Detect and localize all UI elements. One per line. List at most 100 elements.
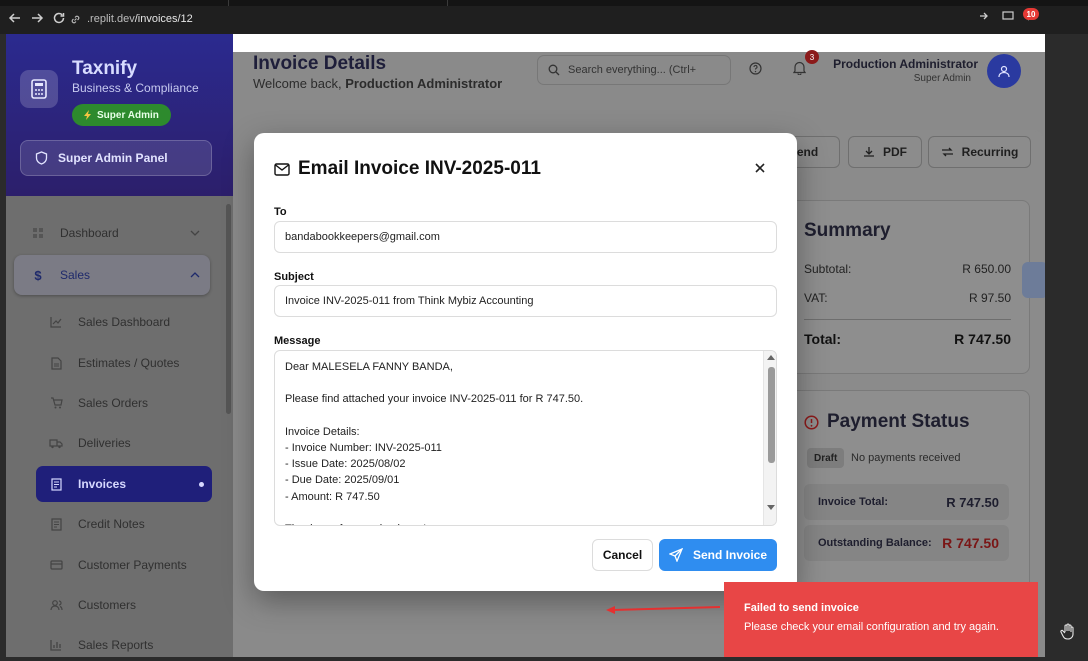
scroll-thumb[interactable] xyxy=(768,367,775,463)
url-host: .replit.dev xyxy=(87,13,135,25)
payment-status-title: Payment Status xyxy=(804,411,970,433)
reload-icon[interactable] xyxy=(52,11,66,25)
user-icon xyxy=(998,65,1010,77)
receipt-icon xyxy=(48,476,64,492)
sidebar-item-invoices[interactable]: Invoices xyxy=(36,466,212,502)
send-icon xyxy=(668,548,683,562)
outstanding-label: Outstanding Balance: xyxy=(818,537,932,549)
grid-icon xyxy=(30,225,46,241)
calculator-icon xyxy=(20,70,58,108)
subject-field[interactable]: Invoice INV-2025-011 from Think Mybiz Ac… xyxy=(274,285,777,317)
annotation-arrow xyxy=(606,606,721,614)
modal-title: Email Invoice INV-2025-011 xyxy=(274,158,541,180)
sidebar-scrollbar[interactable] xyxy=(226,204,231,414)
payment-status-label: Payment Status xyxy=(827,411,970,432)
users-icon xyxy=(48,597,64,613)
sidebar-item-dashboard[interactable]: Dashboard xyxy=(14,215,210,251)
total-label: Total: xyxy=(804,331,842,347)
sidebar-item-sales-reports[interactable]: Sales Reports xyxy=(36,627,212,657)
repeat-icon xyxy=(941,146,954,158)
sidebar-item-sales[interactable]: $ Sales xyxy=(14,255,210,295)
summary-divider xyxy=(804,319,1011,320)
super-admin-panel-button[interactable]: Super Admin Panel xyxy=(20,140,212,176)
sidebar-item-deliveries[interactable]: Deliveries xyxy=(36,425,212,461)
invoice-total-label: Invoice Total: xyxy=(818,496,889,508)
sidebar-item-credit-notes[interactable]: Credit Notes xyxy=(36,506,212,542)
message-scrollbar[interactable] xyxy=(763,351,776,525)
role-pill: Super Admin xyxy=(72,104,171,126)
alert-circle-icon xyxy=(804,414,819,430)
brand-name: Taxnify xyxy=(72,58,138,79)
pencil-icon[interactable] xyxy=(1022,262,1045,298)
address-bar[interactable]: .replit.dev/invoices/12 xyxy=(70,9,1000,29)
role-pill-label: Super Admin xyxy=(97,109,159,121)
chevron-down-icon xyxy=(190,230,200,236)
forward-icon[interactable] xyxy=(30,11,44,25)
top-header: Invoice Details Welcome back, Production… xyxy=(233,50,1045,109)
pdf-button[interactable]: PDF xyxy=(848,136,922,168)
invoice-total-value: R 747.50 xyxy=(946,494,999,510)
total-value: R 747.50 xyxy=(954,331,1011,347)
share-icon[interactable] xyxy=(978,10,990,22)
document-icon xyxy=(48,516,64,532)
link-icon xyxy=(70,14,81,25)
invoice-total-box: Invoice Total: R 747.50 xyxy=(804,484,1009,520)
subtotal-label: Subtotal: xyxy=(804,262,852,276)
message-text: Dear MALESELA FANNY BANDA, Please find a… xyxy=(285,361,584,525)
toast-title: Failed to send invoice xyxy=(744,602,859,614)
subtotal-row: Subtotal: R 650.00 xyxy=(804,262,1011,276)
message-textarea[interactable]: Dear MALESELA FANNY BANDA, Please find a… xyxy=(274,350,777,526)
send-invoice-button[interactable]: Send Invoice xyxy=(659,539,777,571)
sidebar-item-label: Credit Notes xyxy=(78,517,145,531)
browser-chrome: .replit.dev/invoices/12 10 xyxy=(0,0,1088,34)
cancel-button[interactable]: Cancel xyxy=(592,539,653,571)
url-path: /invoices/12 xyxy=(134,13,193,25)
sidebar-item-sales-dashboard[interactable]: Sales Dashboard xyxy=(36,304,212,340)
back-icon[interactable] xyxy=(8,11,22,25)
recurring-label: Recurring xyxy=(961,145,1019,159)
sidebar-item-label: Dashboard xyxy=(60,226,119,240)
avatar[interactable] xyxy=(987,54,1021,88)
to-field[interactable]: bandabookkeepers@gmail.com xyxy=(274,221,777,253)
status-badge: Draft xyxy=(807,448,845,468)
sidebar-header: Taxnify Business & Compliance Super Admi… xyxy=(6,34,233,196)
sidebar-item-customers[interactable]: Customers xyxy=(36,587,212,623)
screen-icon[interactable] xyxy=(1002,10,1014,22)
recurring-button[interactable]: Recurring xyxy=(928,136,1031,168)
welcome-text: Welcome back, Production Administrator xyxy=(253,76,502,91)
scroll-up-icon[interactable] xyxy=(767,355,775,360)
sidebar-item-label: Sales Reports xyxy=(78,638,154,652)
dollar-icon: $ xyxy=(34,267,42,283)
sidebar-item-customer-payments[interactable]: Customer Payments xyxy=(36,547,212,583)
sidebar-item-label: Estimates / Quotes xyxy=(78,356,180,370)
cart-icon xyxy=(48,395,64,411)
error-toast[interactable]: Failed to send invoice Please check your… xyxy=(724,582,1038,657)
search-icon xyxy=(548,64,560,76)
bell-icon[interactable] xyxy=(793,61,806,75)
user-name: Production Administrator xyxy=(833,57,978,71)
sidebar: Taxnify Business & Compliance Super Admi… xyxy=(6,34,233,657)
close-icon[interactable] xyxy=(752,160,768,176)
shield-icon xyxy=(35,151,48,165)
sidebar-item-label: Sales Orders xyxy=(78,396,149,410)
search-placeholder: Search everything... (Ctrl+ xyxy=(568,64,697,76)
brand-subtitle: Business & Compliance xyxy=(72,81,199,95)
sidebar-item-estimates[interactable]: Estimates / Quotes xyxy=(36,345,212,381)
sidebar-item-label: Customers xyxy=(78,598,137,612)
scroll-down-icon[interactable] xyxy=(767,505,775,510)
sidebar-item-sales-orders[interactable]: Sales Orders xyxy=(36,385,212,421)
email-invoice-modal: Email Invoice INV-2025-011 To bandabookk… xyxy=(254,133,797,591)
card-icon xyxy=(48,557,64,573)
help-icon[interactable] xyxy=(749,62,762,75)
vat-value: R 97.50 xyxy=(968,291,1011,305)
tab-strip xyxy=(0,0,1088,6)
notification-badge: 3 xyxy=(805,50,819,64)
modal-title-text: Email Invoice INV-2025-011 xyxy=(298,158,541,179)
message-label: Message xyxy=(274,335,321,347)
bar-chart-icon xyxy=(48,637,64,653)
sidebar-item-label: Sales xyxy=(60,268,91,282)
document-icon xyxy=(48,355,64,371)
top-white-strip xyxy=(233,34,1045,52)
search-input[interactable]: Search everything... (Ctrl+ xyxy=(537,55,731,85)
page-title: Invoice Details xyxy=(253,53,387,74)
